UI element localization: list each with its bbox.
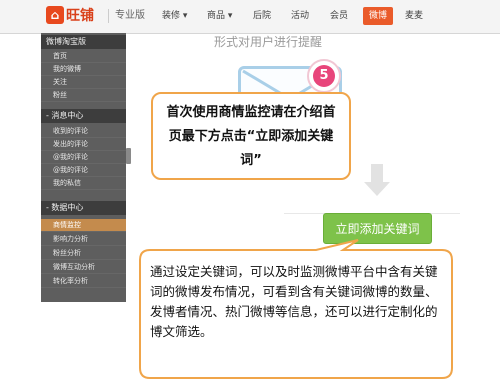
step-number-badge: 5 [313,65,335,87]
sidebar-item-influence-analysis[interactable]: 影响力分析 [41,233,126,246]
edition-label: 专业版 [108,9,145,23]
sidebar-section-data-center[interactable]: - 数据中心 [41,201,126,215]
sidebar-item-private-messages[interactable]: 我的私信 [41,177,126,190]
home-logo-icon[interactable]: ⌂ [46,6,64,24]
sidebar-item-home[interactable]: 首页 [41,50,126,63]
sidebar-collapse-handle[interactable] [126,148,131,164]
sidebar-item-fans[interactable]: 粉丝 [41,89,126,102]
sidebar-item-mention-comments-2[interactable]: @我的评论 [41,164,126,177]
sidebar-item-conversion-analysis[interactable]: 转化率分析 [41,275,126,288]
sidebar-item-interaction-analysis[interactable]: 微博互动分析 [41,261,126,274]
nav-members[interactable]: 会员 [330,10,348,22]
nav-maimai[interactable]: 麦麦 [405,10,423,22]
callout-description-text: 通过设定关键词，可以及时监测微博平台中含有关键词的微博发布情况，可看到含有关键词… [150,264,438,339]
sidebar-section-weibo-taobao: 微博淘宝版 [41,35,126,49]
sidebar-item-mention-comments[interactable]: @我的评论 [41,151,126,164]
sidebar-section-message-center[interactable]: - 消息中心 [41,109,126,123]
sidebar: 微博淘宝版 首页 我的微博 关注 粉丝 - 消息中心 收到的评论 发出的评论 @… [41,33,126,302]
instruction-callout: 首次使用商情监控请在介绍首页最下方点击“立即添加关键词” [151,92,351,180]
sidebar-item-my-weibo[interactable]: 我的微博 [41,63,126,76]
down-arrow-icon [371,164,383,182]
intro-heading-faded: 形式对用户进行提醒 [214,35,323,49]
description-callout: 通过设定关键词，可以及时监测微博平台中含有关键词的微博发布情况，可看到含有关键词… [138,238,454,380]
sidebar-item-fan-analysis[interactable]: 粉丝分析 [41,247,126,260]
sidebar-item-following[interactable]: 关注 [41,76,126,89]
nav-activities[interactable]: 活动 [291,10,309,22]
nav-products[interactable]: 商品 ▾ [207,10,232,22]
nav-weibo[interactable]: 微博 [363,7,394,25]
down-arrow-head [364,182,390,196]
sidebar-item-received-comments[interactable]: 收到的评论 [41,125,126,138]
nav-backyard[interactable]: 后院 [253,10,271,22]
nav-decoration[interactable]: 装修 ▾ [162,10,187,22]
app-logo-text[interactable]: 旺铺 [66,7,94,25]
sidebar-item-sent-comments[interactable]: 发出的评论 [41,138,126,151]
sidebar-item-business-monitor[interactable]: 商情监控 [41,219,126,232]
